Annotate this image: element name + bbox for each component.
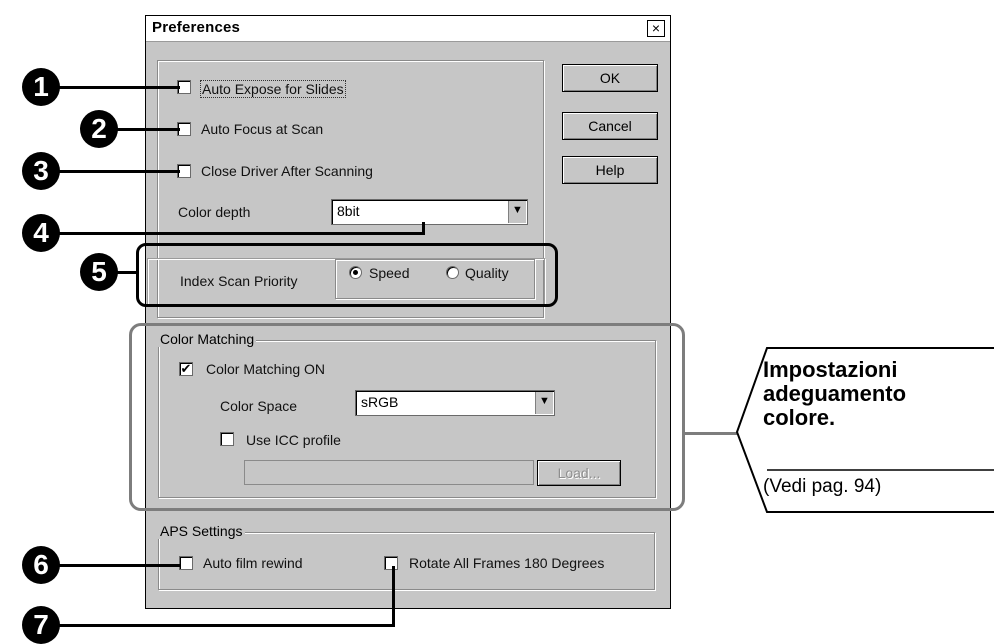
leader-line-6 — [40, 564, 180, 567]
index-scan-highlight — [136, 243, 558, 307]
auto-focus-label: Auto Focus at Scan — [201, 121, 324, 137]
rotate-frames-checkbox[interactable] — [384, 556, 398, 570]
leader-line-7b — [392, 566, 395, 627]
dialog-title: Preferences — [152, 19, 241, 36]
marker-7: 7 — [22, 606, 60, 644]
marker-2: 2 — [80, 110, 118, 148]
callout-page-ref: (Vedi pag. 94) — [763, 476, 882, 497]
color-matching-highlight — [129, 323, 685, 511]
help-button[interactable]: Help — [562, 156, 658, 184]
leader-line-2 — [110, 128, 180, 131]
marker-1: 1 — [22, 68, 60, 106]
marker-6: 6 — [22, 546, 60, 584]
callout-line-1: Impostazioni — [763, 357, 898, 382]
auto-film-rewind-label: Auto film rewind — [203, 555, 303, 571]
close-button[interactable]: × — [647, 20, 665, 37]
auto-film-rewind-checkbox[interactable] — [179, 556, 193, 570]
aps-settings-title: APS Settings — [158, 523, 245, 539]
rotate-frames-label: Rotate All Frames 180 Degrees — [409, 555, 605, 571]
callout-line-2: adeguamento — [763, 381, 907, 406]
marker-5: 5 — [80, 253, 118, 291]
color-depth-select[interactable]: 8bit ▼ — [331, 199, 528, 225]
leader-line-7 — [40, 624, 395, 627]
chevron-down-icon[interactable]: ▼ — [508, 201, 526, 223]
leader-line-1 — [40, 86, 180, 89]
ok-button[interactable]: OK — [562, 64, 658, 92]
marker-4: 4 — [22, 214, 60, 252]
color-depth-label: Color depth — [178, 204, 251, 220]
auto-expose-label: Auto Expose for Slides — [200, 80, 346, 98]
callout-line-3: colore. — [763, 405, 836, 430]
leader-line-4 — [40, 232, 425, 235]
leader-line-3 — [40, 170, 180, 173]
cancel-button[interactable]: Cancel — [562, 112, 658, 140]
leader-line-4b — [422, 222, 425, 235]
marker-3: 3 — [22, 152, 60, 190]
callout-connector — [685, 432, 737, 435]
color-depth-value: 8bit — [337, 203, 360, 219]
close-driver-label: Close Driver After Scanning — [201, 163, 373, 179]
